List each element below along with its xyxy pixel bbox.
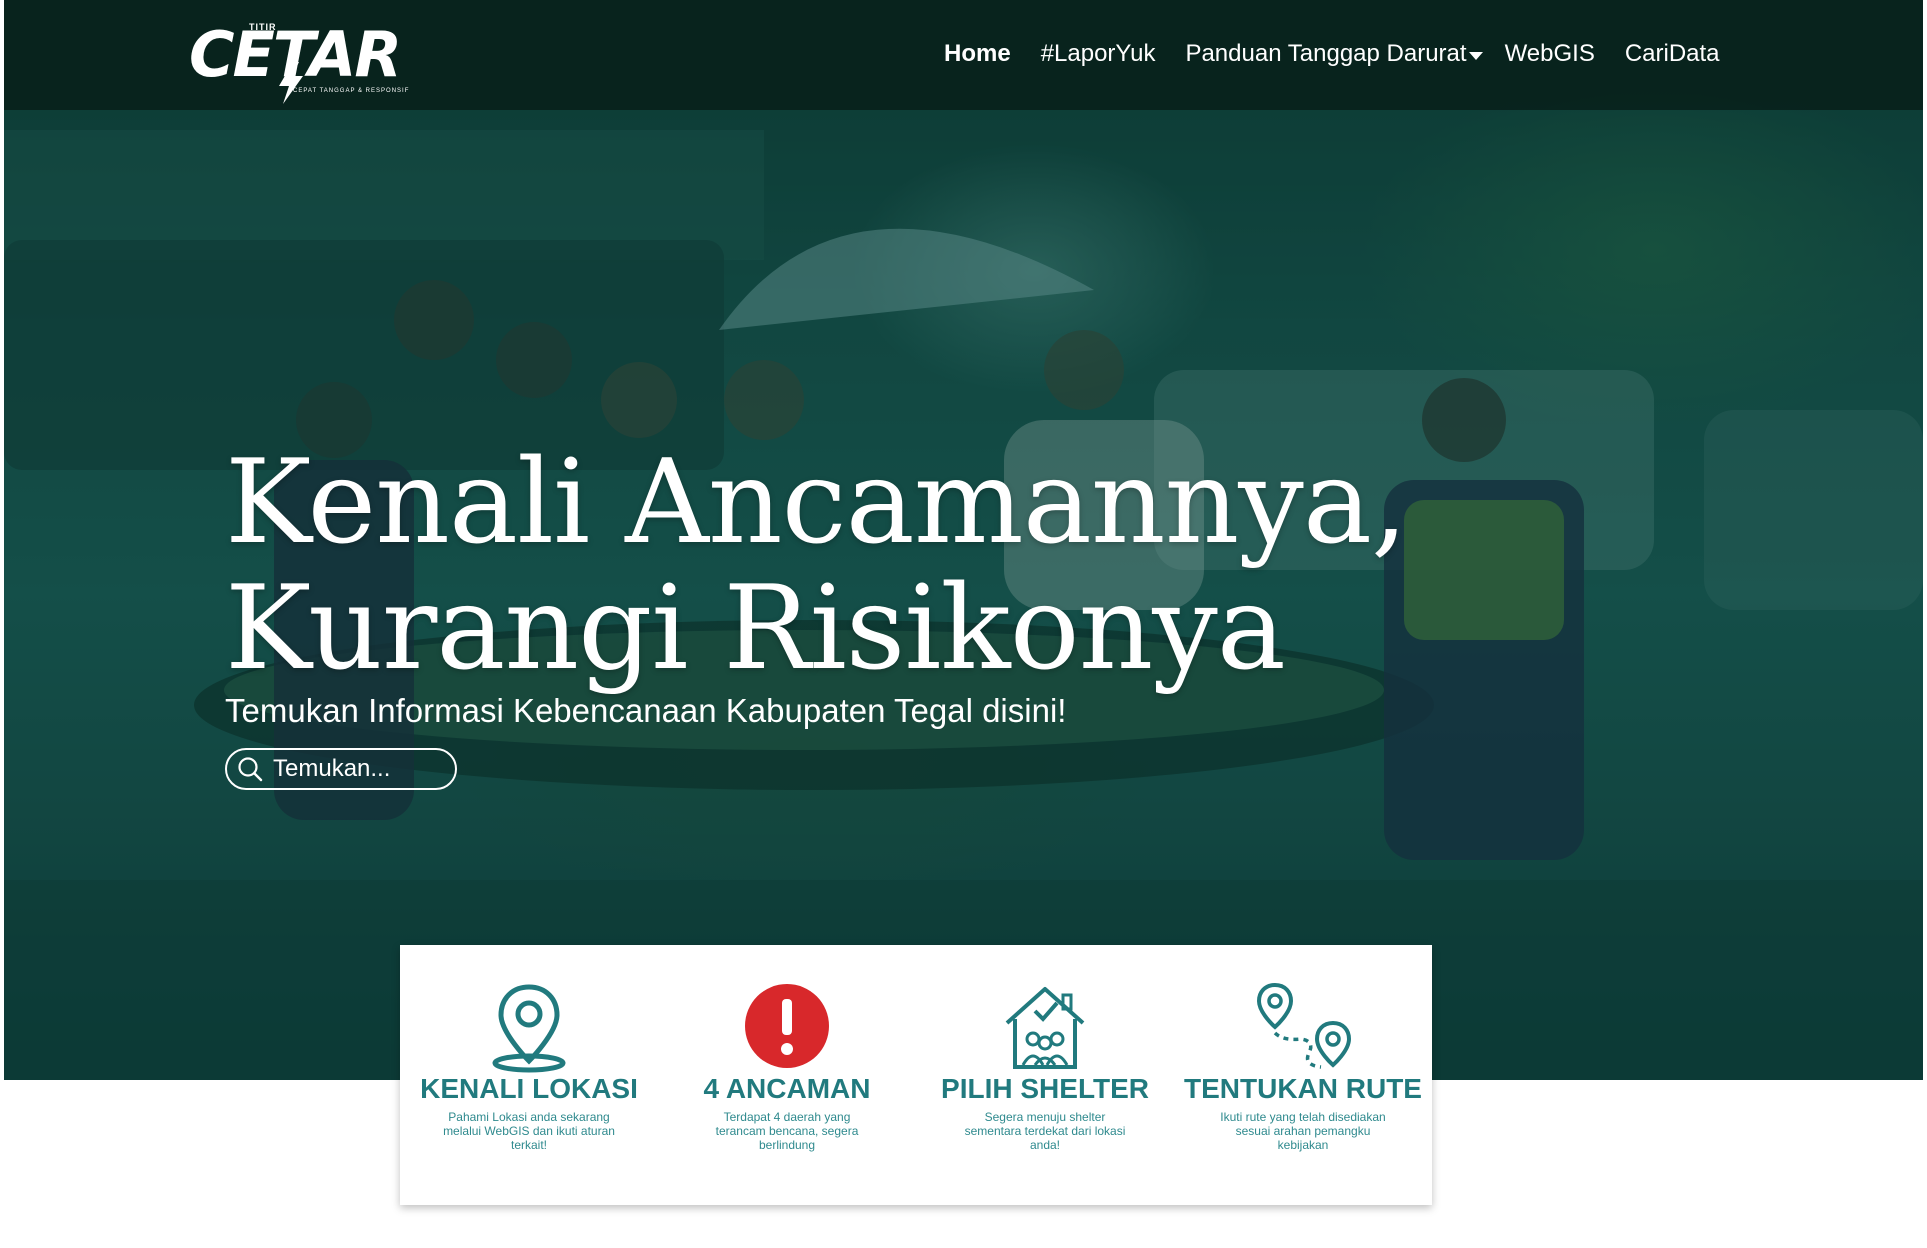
nav-item-caridata[interactable]: CariData <box>1625 40 1720 68</box>
feature-description: Segera menuju shelter sementara terdekat… <box>964 1110 1126 1152</box>
feature-description: Pahami Lokasi anda sekarang melalui WebG… <box>443 1110 615 1152</box>
nav-item-laporyuk[interactable]: #LaporYuk <box>1041 40 1156 68</box>
search-box[interactable] <box>225 748 457 790</box>
hero-headline-line-1: Kenali Ancamannya, <box>225 435 1408 570</box>
alert-icon <box>745 984 829 1068</box>
features-card: KENALI LOKASI Pahami Lokasi anda sekaran… <box>400 945 1432 1205</box>
location-pin-icon <box>492 984 566 1073</box>
hero-headline-line-2: Kurangi Risikonya <box>225 561 1286 696</box>
hero-subheadline: Temukan Informasi Kebencanaan Kabupaten … <box>225 692 1067 729</box>
feature-title: PILIH SHELTER <box>941 1073 1149 1104</box>
brand-tagline: CEPAT TANGGAP & RESPONSIF <box>293 88 410 94</box>
caret-down-icon <box>1468 52 1483 60</box>
route-icon <box>1256 983 1352 1069</box>
feature-title: 4 ANCAMAN <box>703 1073 871 1104</box>
hero-headline: Kenali Ancamannya, Kurangi Risikonya <box>225 440 1525 692</box>
top-navbar: TITIR CETAR CEPAT TANGGAP & RESPONSIF Ho… <box>4 0 1923 110</box>
feature-4-ancaman[interactable]: 4 ANCAMAN Terdapat 4 daerah yang teranca… <box>658 945 916 1205</box>
nav-item-panduan-tanggap-darurat[interactable]: Panduan Tanggap Darurat <box>1185 40 1483 68</box>
hero-section: TITIR CETAR CEPAT TANGGAP & RESPONSIF Ho… <box>4 0 1923 1080</box>
feature-title: TENTUKAN RUTE <box>1184 1073 1422 1104</box>
brand-logo[interactable]: TITIR CETAR CEPAT TANGGAP & RESPONSIF <box>185 18 415 108</box>
feature-description: Terdapat 4 daerah yang terancam bencana,… <box>715 1110 859 1152</box>
search-icon[interactable] <box>237 756 263 782</box>
feature-description: Ikuti rute yang telah disediakan sesuai … <box>1220 1110 1386 1152</box>
feature-title: KENALI LOKASI <box>420 1073 638 1104</box>
nav-item-webgis[interactable]: WebGIS <box>1505 40 1595 68</box>
nav-item-home[interactable]: Home <box>944 40 1011 68</box>
main-nav: Home #LaporYuk Panduan Tanggap Darurat W… <box>944 38 1750 70</box>
feature-kenali-lokasi[interactable]: KENALI LOKASI Pahami Lokasi anda sekaran… <box>400 945 658 1205</box>
feature-pilih-shelter[interactable]: PILIH SHELTER Segera menuju shelter seme… <box>916 945 1174 1205</box>
feature-tentukan-rute[interactable]: TENTUKAN RUTE Ikuti rute yang telah dise… <box>1174 945 1432 1205</box>
shelter-icon <box>1005 987 1085 1069</box>
search-input[interactable] <box>273 755 443 783</box>
lightning-icon <box>279 62 303 104</box>
